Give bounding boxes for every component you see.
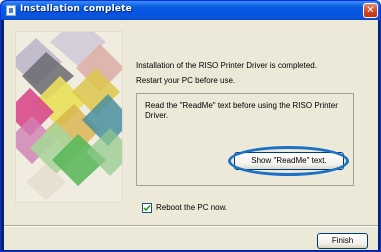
colored-diamonds-graphic	[16, 32, 122, 202]
readme-group-box: Read the "ReadMe" text before using the …	[136, 93, 354, 186]
finish-button[interactable]: Finish	[317, 233, 368, 249]
decorative-art-panel	[15, 31, 123, 203]
check-icon	[143, 204, 151, 212]
window-title: Installation complete	[20, 4, 132, 14]
close-icon: ✕	[366, 5, 375, 16]
footer-separator	[4, 225, 378, 227]
reboot-checkbox[interactable]	[142, 203, 152, 213]
installer-icon	[6, 5, 16, 16]
install-complete-message: Installation of the RISO Printer Driver …	[136, 61, 317, 70]
reboot-label: Reboot the PC now.	[156, 203, 228, 212]
dialog-body: Installation of the RISO Printer Driver …	[4, 20, 378, 250]
installer-window: Installation complete ✕ Installation of …	[0, 0, 381, 252]
close-button[interactable]: ✕	[363, 3, 378, 18]
readme-note: Read the "ReadMe" text before using the …	[145, 101, 338, 120]
highlight-ring-annotation	[228, 146, 349, 176]
title-bar[interactable]: Installation complete ✕	[1, 1, 380, 20]
restart-message: Restart your PC before use.	[136, 76, 236, 85]
